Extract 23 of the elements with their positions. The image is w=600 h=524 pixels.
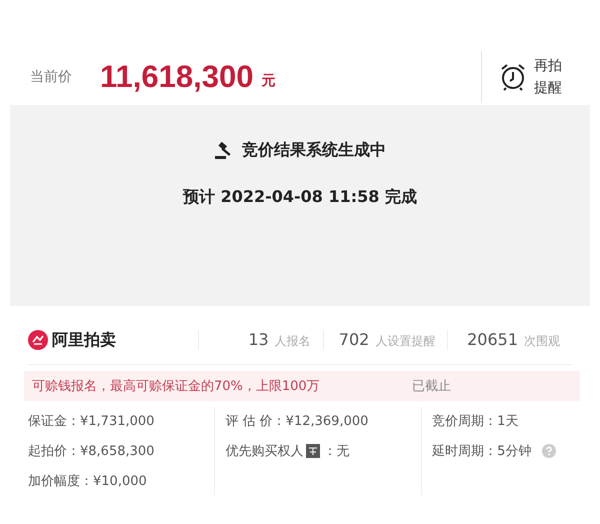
detail-text: 延时周期：5分钟: [432, 443, 532, 460]
detail-text: 竞价周期：1天: [432, 413, 518, 430]
current-price: 11,618,300: [100, 59, 254, 95]
notice-status: 已截止: [412, 378, 451, 395]
detail-text: 评 估 价：¥12,369,000: [225, 413, 368, 430]
detail-value: ：无: [323, 443, 350, 460]
stat-count: 702: [338, 330, 370, 349]
reminder-button[interactable]: 再拍 提醒: [500, 55, 562, 99]
detail-text: 起拍价：¥8,658,300: [28, 443, 154, 460]
notice-text: 可赊钱报名，最高可赊保证金的70%，上限100万: [32, 378, 321, 395]
stat-label: 次围观: [524, 333, 560, 350]
stat-label: 人报名: [274, 333, 311, 350]
stat-count: 13: [248, 330, 269, 349]
price-label: 当前价: [30, 68, 73, 86]
detail-label: 优先购买权人: [225, 443, 304, 460]
stat-label: 人设置提醒: [375, 333, 436, 350]
completion-estimate: 预计 2022-04-08 11:58 完成: [183, 187, 417, 208]
platform-name: 阿里拍卖: [52, 330, 116, 350]
detail-text: 加价幅度：¥10,000: [28, 473, 147, 490]
currency-unit: 元: [261, 72, 276, 90]
stat-count: 20651: [467, 330, 518, 349]
detail-text: 保证金：¥1,731,000: [28, 413, 154, 430]
status-title: 竞价结果系统生成中: [242, 140, 386, 161]
